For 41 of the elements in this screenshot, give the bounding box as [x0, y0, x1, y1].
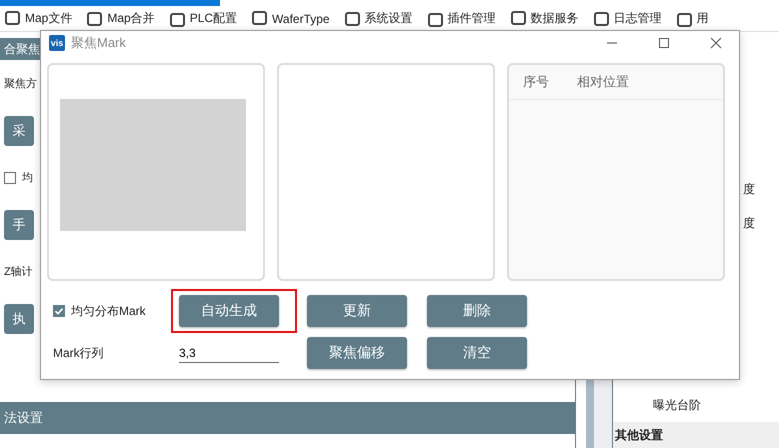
clear-button[interactable]: 清空	[427, 337, 527, 369]
close-icon	[710, 37, 722, 49]
toolbar-item[interactable]: 系统设置	[344, 10, 413, 28]
column-header: 相对位置	[577, 73, 629, 91]
checkbox-label: 均	[22, 171, 33, 185]
toolbar-item[interactable]: WaferType	[251, 10, 330, 28]
window-title: 聚焦Mark	[71, 34, 127, 52]
toolbar-item[interactable]: 插件管理	[426, 10, 496, 28]
toolbar-icon	[592, 10, 611, 28]
toolbar-item[interactable]: 数据服务	[510, 10, 579, 28]
toolbar-item[interactable]: 用	[676, 10, 709, 28]
app-logo: vis	[49, 35, 65, 51]
field-label: Mark行列	[53, 344, 105, 362]
toolbar-item[interactable]: 日志管理	[592, 10, 662, 28]
section-header: 其他设置	[613, 422, 779, 448]
toolbar-icon	[251, 10, 270, 28]
action-button[interactable]: 采	[4, 116, 34, 146]
section-header: 法设置	[0, 402, 575, 434]
toolbar-item[interactable]: Map合并	[86, 10, 155, 28]
action-button[interactable]: 执	[4, 304, 34, 334]
checkbox[interactable]	[53, 305, 65, 317]
action-button[interactable]: 手	[4, 210, 34, 240]
toolbar-icon	[344, 10, 362, 28]
update-button[interactable]: 更新	[307, 295, 407, 327]
setting-label: 聚焦方	[4, 76, 37, 91]
setting-label: 度	[742, 214, 756, 232]
auto-generate-button[interactable]: 自动生成	[179, 295, 279, 327]
focus-offset-button[interactable]: 聚焦偏移	[307, 337, 407, 369]
maximize-icon	[658, 37, 670, 49]
delete-button[interactable]: 删除	[427, 295, 527, 327]
column-header: 序号	[523, 73, 549, 91]
setting-label: Z轴计	[4, 265, 33, 279]
toolbar-icon	[4, 10, 22, 28]
toolbar-icon	[510, 10, 528, 28]
checkbox-label: 均匀分布Mark	[71, 302, 146, 320]
setting-label: 度	[742, 180, 756, 198]
checkbox[interactable]	[4, 172, 16, 184]
toolbar-item[interactable]: PLC配置	[168, 10, 238, 28]
setting-label: 曝光台阶	[652, 396, 702, 414]
toolbar-item[interactable]: Map文件	[4, 10, 72, 28]
toolbar-icon	[86, 10, 104, 28]
